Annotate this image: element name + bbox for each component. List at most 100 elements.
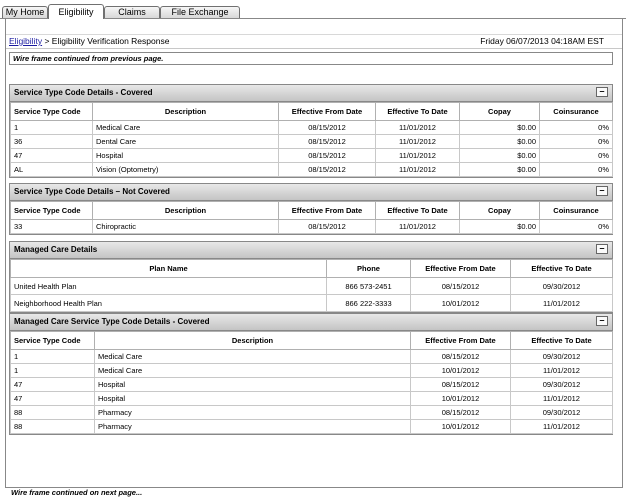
cell-to-date: 11/01/2012 xyxy=(510,294,613,312)
mc-service-panel: Managed Care Service Type Code Details -… xyxy=(9,313,613,435)
cell-from-date: 08/15/2012 xyxy=(410,277,511,295)
cell-description: Pharmacy xyxy=(94,419,411,434)
cell-plan-name: Neighborhood Health Plan xyxy=(10,294,327,312)
cell-to-date: 11/01/2012 xyxy=(510,363,613,378)
breadcrumb: Eligibility > Eligibility Verification R… xyxy=(9,36,614,46)
cell-description: Medical Care xyxy=(94,363,411,378)
tab-my-home[interactable]: My Home xyxy=(2,6,48,18)
cell-coinsurance: 0% xyxy=(539,120,613,135)
table-row: Neighborhood Health Plan 866 222-3333 10… xyxy=(10,294,613,312)
cell-to-date: 11/01/2012 xyxy=(375,120,460,135)
cell-coinsurance: 0% xyxy=(539,134,613,149)
wireframe-note-top: Wire frame continued from previous page. xyxy=(9,52,613,65)
cell-coinsurance: 0% xyxy=(539,162,613,177)
cell-code: 88 xyxy=(10,419,95,434)
cell-copay: $0.00 xyxy=(459,148,540,163)
column-header: Phone xyxy=(326,259,411,278)
covered-panel-title: Service Type Code Details - Covered xyxy=(14,88,153,97)
column-header: Description xyxy=(92,102,279,121)
cell-copay: $0.00 xyxy=(459,162,540,177)
column-header: Effective To Date xyxy=(375,201,460,220)
cell-code: AL xyxy=(10,162,93,177)
cell-description: Chiropractic xyxy=(92,219,279,234)
column-header: Effective To Date xyxy=(510,331,613,350)
column-header: Copay xyxy=(459,201,540,220)
table-row: 1 Medical Care 10/01/2012 11/01/2012 xyxy=(10,363,613,378)
managed-care-panel: Managed Care Details – Plan Name Phone E… xyxy=(9,241,613,313)
cell-from-date: 08/15/2012 xyxy=(278,219,376,234)
managed-care-panel-title: Managed Care Details xyxy=(14,245,98,254)
managed-care-panel-header: Managed Care Details – xyxy=(10,242,612,259)
column-header: Coinsurance xyxy=(539,102,613,121)
covered-panel: Service Type Code Details - Covered – Se… xyxy=(9,84,613,178)
cell-to-date: 11/01/2012 xyxy=(375,219,460,234)
cell-description: Hospital xyxy=(94,391,411,406)
table-row: 88 Pharmacy 10/01/2012 11/01/2012 xyxy=(10,419,613,434)
breadcrumb-current: Eligibility Verification Response xyxy=(51,36,170,46)
managed-care-table: Plan Name Phone Effective From Date Effe… xyxy=(10,259,613,312)
cell-description: Pharmacy xyxy=(94,405,411,420)
current-datetime: Friday 06/07/2013 04:18AM EST xyxy=(480,36,604,46)
column-header: Description xyxy=(94,331,411,350)
table-row: 47 Hospital 08/15/2012 11/01/2012 $0.00 … xyxy=(10,148,613,163)
mc-service-table: Service Type Code Description Effective … xyxy=(10,331,613,434)
cell-code: 1 xyxy=(10,363,95,378)
cell-to-date: 11/01/2012 xyxy=(375,162,460,177)
covered-panel-header: Service Type Code Details - Covered – xyxy=(10,85,612,102)
mc-service-panel-header: Managed Care Service Type Code Details -… xyxy=(10,314,612,331)
table-row: 47 Hospital 08/15/2012 09/30/2012 xyxy=(10,377,613,392)
cell-phone: 866 573-2451 xyxy=(326,277,411,295)
cell-code: 88 xyxy=(10,405,95,420)
not-covered-panel-header: Service Type Code Details – Not Covered … xyxy=(10,184,612,201)
table-row: 36 Dental Care 08/15/2012 11/01/2012 $0.… xyxy=(10,134,613,149)
cell-code: 33 xyxy=(10,219,93,234)
table-row: AL Vision (Optometry) 08/15/2012 11/01/2… xyxy=(10,162,613,177)
cell-from-date: 10/01/2012 xyxy=(410,419,511,434)
cell-from-date: 10/01/2012 xyxy=(410,363,511,378)
column-header: Service Type Code xyxy=(10,331,95,350)
table-row: 1 Medical Care 08/15/2012 09/30/2012 xyxy=(10,349,613,364)
cell-copay: $0.00 xyxy=(459,134,540,149)
column-header: Coinsurance xyxy=(539,201,613,220)
table-row: 47 Hospital 10/01/2012 11/01/2012 xyxy=(10,391,613,406)
collapse-button[interactable]: – xyxy=(596,316,608,326)
cell-from-date: 08/15/2012 xyxy=(410,349,511,364)
cell-description: Medical Care xyxy=(94,349,411,364)
wireframe-note-bottom: Wire frame continued on next page... xyxy=(11,488,143,497)
column-header: Service Type Code xyxy=(10,201,93,220)
tab-claims[interactable]: Claims xyxy=(104,6,160,18)
cell-from-date: 08/15/2012 xyxy=(278,120,376,135)
cell-description: Dental Care xyxy=(92,134,279,149)
cell-plan-name: United Health Plan xyxy=(10,277,327,295)
cell-description: Hospital xyxy=(92,148,279,163)
cell-description: Hospital xyxy=(94,377,411,392)
column-header: Effective From Date xyxy=(278,201,376,220)
cell-to-date: 11/01/2012 xyxy=(510,419,613,434)
breadcrumb-separator: > xyxy=(44,36,50,46)
cell-coinsurance: 0% xyxy=(539,148,613,163)
table-row: 33 Chiropractic 08/15/2012 11/01/2012 $0… xyxy=(10,219,613,234)
cell-to-date: 09/30/2012 xyxy=(510,277,613,295)
tab-eligibility[interactable]: Eligibility xyxy=(48,4,104,19)
cell-code: 47 xyxy=(10,148,93,163)
cell-from-date: 08/15/2012 xyxy=(410,405,511,420)
tab-file-exchange[interactable]: File Exchange xyxy=(160,6,240,18)
divider xyxy=(6,34,622,35)
cell-code: 1 xyxy=(10,349,95,364)
column-header: Effective To Date xyxy=(510,259,613,278)
not-covered-panel-title: Service Type Code Details – Not Covered xyxy=(14,187,170,196)
cell-to-date: 09/30/2012 xyxy=(510,405,613,420)
cell-from-date: 08/15/2012 xyxy=(410,377,511,392)
cell-copay: $0.00 xyxy=(459,120,540,135)
cell-code: 47 xyxy=(10,377,95,392)
cell-description: Vision (Optometry) xyxy=(92,162,279,177)
column-header: Effective From Date xyxy=(410,331,511,350)
cell-coinsurance: 0% xyxy=(539,219,613,234)
collapse-button[interactable]: – xyxy=(596,186,608,196)
collapse-button[interactable]: – xyxy=(596,87,608,97)
cell-copay: $0.00 xyxy=(459,219,540,234)
collapse-button[interactable]: – xyxy=(596,244,608,254)
cell-code: 36 xyxy=(10,134,93,149)
cell-from-date: 10/01/2012 xyxy=(410,294,511,312)
breadcrumb-eligibility-link[interactable]: Eligibility xyxy=(9,36,42,46)
